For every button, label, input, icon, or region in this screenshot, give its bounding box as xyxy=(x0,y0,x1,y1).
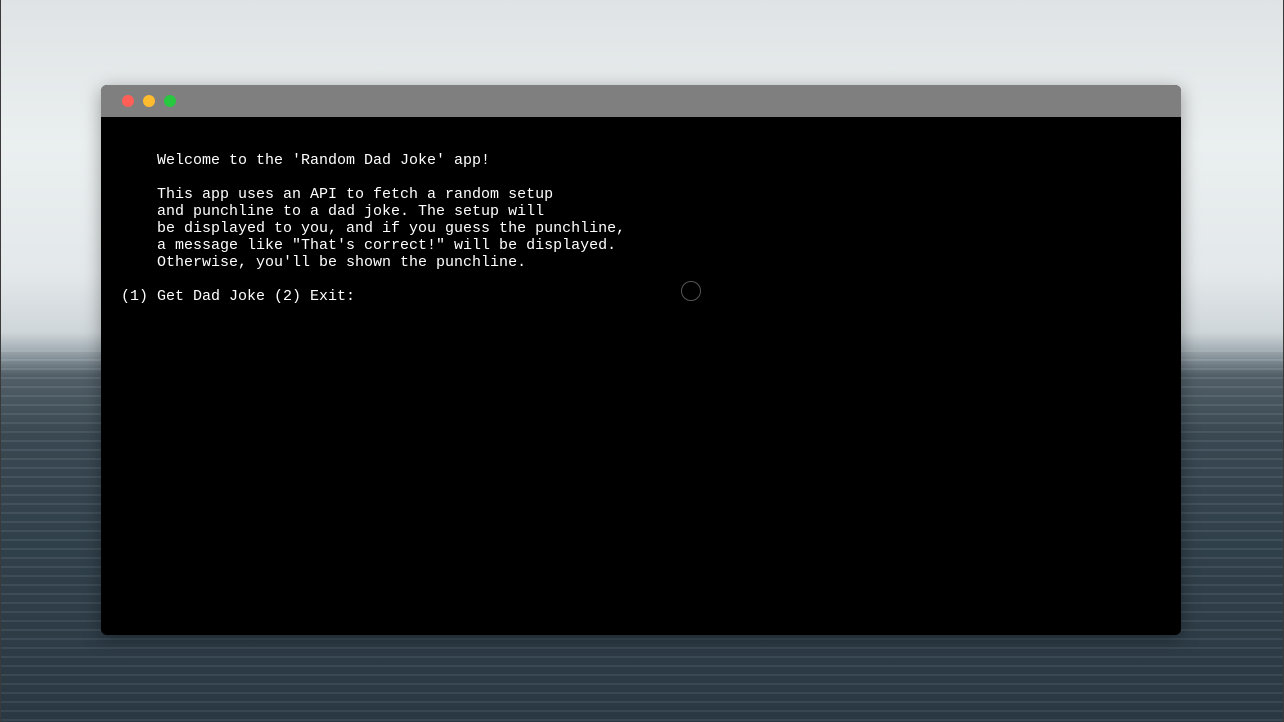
screen-edge-left xyxy=(0,0,1,722)
window-titlebar[interactable] xyxy=(101,85,1181,117)
terminal-line: and punchline to a dad joke. The setup w… xyxy=(121,203,545,220)
terminal-line: Welcome to the 'Random Dad Joke' app! xyxy=(121,152,491,169)
mouse-cursor-icon xyxy=(681,281,701,301)
close-button[interactable] xyxy=(122,95,134,107)
terminal-line: This app uses an API to fetch a random s… xyxy=(121,186,554,203)
terminal-line: be displayed to you, and if you guess th… xyxy=(121,220,626,237)
maximize-button[interactable] xyxy=(164,95,176,107)
terminal-line: Otherwise, you'll be shown the punchline… xyxy=(121,254,527,271)
menu-prompt[interactable]: (1) Get Dad Joke (2) Exit: xyxy=(121,288,364,305)
terminal-line: a message like "That's correct!" will be… xyxy=(121,237,617,254)
terminal-window[interactable]: Welcome to the 'Random Dad Joke' app! Th… xyxy=(101,85,1181,635)
minimize-button[interactable] xyxy=(143,95,155,107)
terminal-output[interactable]: Welcome to the 'Random Dad Joke' app! Th… xyxy=(121,152,1161,612)
